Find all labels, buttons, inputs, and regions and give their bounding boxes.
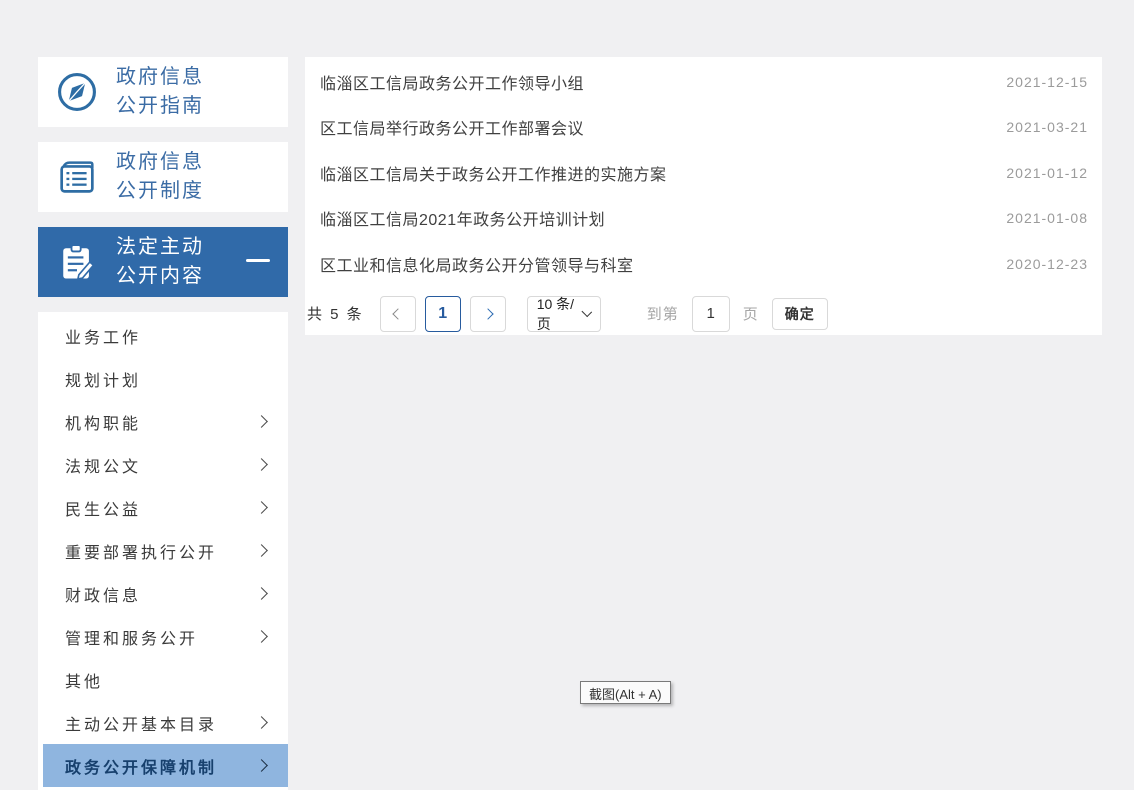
- card-label-line: 公开指南: [116, 92, 204, 121]
- card-label-line: 政府信息: [116, 63, 204, 92]
- page-size-select[interactable]: 10 条/页: [527, 296, 601, 332]
- list-item[interactable]: 临淄区工信局2021年政务公开培训计划 2021-01-08: [305, 196, 1102, 242]
- pagination: 共 5 条 1 10 条/页 到第 页 确定: [305, 296, 1102, 332]
- article-title[interactable]: 临淄区工信局政务公开工作领导小组: [320, 70, 584, 94]
- chevron-right-icon: [255, 501, 268, 514]
- goto-prefix-label: 到第: [647, 303, 679, 324]
- sidebar-item-planning[interactable]: 规划计划: [38, 357, 288, 400]
- menu-label: 业务工作: [65, 324, 141, 348]
- compass-icon: [38, 70, 116, 114]
- goto-suffix-label: 页: [743, 303, 759, 324]
- article-date: 2021-03-21: [1006, 119, 1088, 135]
- chevron-right-icon: [255, 415, 268, 428]
- card-label-line: 法定主动: [116, 233, 204, 262]
- article-list: 临淄区工信局政务公开工作领导小组 2021-12-15 区工信局举行政务公开工作…: [305, 57, 1102, 287]
- goto-page-group: 到第 页 确定: [647, 296, 828, 332]
- menu-label: 主动公开基本目录: [65, 711, 217, 735]
- menu-label: 财政信息: [65, 582, 141, 606]
- chevron-right-icon: [255, 458, 268, 471]
- chevron-right-icon: [482, 308, 493, 319]
- next-page-button[interactable]: [470, 296, 506, 332]
- content-panel: 临淄区工信局政务公开工作领导小组 2021-12-15 区工信局举行政务公开工作…: [305, 57, 1102, 335]
- prev-page-button[interactable]: [380, 296, 416, 332]
- sidebar-item-management-service[interactable]: 管理和服务公开: [38, 615, 288, 658]
- clipboard-pen-icon: [38, 240, 116, 284]
- sidebar-card-gov-info-guide[interactable]: 政府信息 公开指南: [38, 57, 288, 127]
- card-label-line: 政府信息: [116, 148, 204, 177]
- chevron-left-icon: [392, 308, 403, 319]
- sidebar-item-fiscal-info[interactable]: 财政信息: [38, 572, 288, 615]
- article-title[interactable]: 临淄区工信局关于政务公开工作推进的实施方案: [320, 161, 667, 185]
- list-item[interactable]: 区工业和信息化局政务公开分管领导与科室 2020-12-23: [305, 241, 1102, 287]
- chevron-right-icon: [255, 759, 268, 772]
- sidebar-item-key-deployment[interactable]: 重要部署执行公开: [38, 529, 288, 572]
- menu-label: 规划计划: [65, 367, 141, 391]
- sidebar-item-business-work[interactable]: 业务工作: [38, 314, 288, 357]
- chevron-right-icon: [255, 544, 268, 557]
- list-item[interactable]: 临淄区工信局关于政务公开工作推进的实施方案 2021-01-12: [305, 150, 1102, 196]
- chevron-right-icon: [255, 587, 268, 600]
- menu-label: 管理和服务公开: [65, 625, 198, 649]
- article-title[interactable]: 区工信局举行政务公开工作部署会议: [320, 115, 584, 139]
- notebook-icon: [38, 154, 116, 200]
- article-date: 2021-12-15: [1006, 74, 1088, 90]
- menu-label: 重要部署执行公开: [65, 539, 217, 563]
- sidebar-item-regulations[interactable]: 法规公文: [38, 443, 288, 486]
- chevron-right-icon: [255, 630, 268, 643]
- sidebar-menu: 业务工作 规划计划 机构职能 法规公文 民生公益 重要部署执行公开 财政信息 管…: [38, 312, 288, 790]
- article-date: 2021-01-08: [1006, 210, 1088, 226]
- article-title[interactable]: 临淄区工信局2021年政务公开培训计划: [320, 206, 605, 230]
- sidebar-item-livelihood[interactable]: 民生公益: [38, 486, 288, 529]
- sidebar-card-statutory-disclosure[interactable]: 法定主动 公开内容: [38, 227, 288, 297]
- sidebar: 政府信息 公开指南 政府信息 公开制度: [38, 57, 288, 790]
- article-title[interactable]: 区工业和信息化局政务公开分管领导与科室: [320, 252, 634, 276]
- page-number-button[interactable]: 1: [425, 296, 461, 332]
- total-count-label: 共 5 条: [307, 303, 364, 324]
- list-item[interactable]: 临淄区工信局政务公开工作领导小组 2021-12-15: [305, 59, 1102, 105]
- sidebar-item-org-functions[interactable]: 机构职能: [38, 400, 288, 443]
- menu-label: 其他: [65, 668, 103, 692]
- card-label-line: 公开内容: [116, 262, 204, 291]
- screenshot-tooltip: 截图(Alt + A): [580, 681, 671, 704]
- sidebar-item-disclosure-safeguard[interactable]: 政务公开保障机制: [43, 744, 288, 787]
- menu-label: 民生公益: [65, 496, 141, 520]
- card-label-line: 公开制度: [116, 177, 204, 206]
- menu-label: 政务公开保障机制: [65, 754, 217, 778]
- chevron-right-icon: [255, 716, 268, 729]
- collapse-minus-icon[interactable]: [246, 259, 270, 262]
- article-date: 2021-01-12: [1006, 165, 1088, 181]
- sidebar-card-gov-info-system[interactable]: 政府信息 公开制度: [38, 142, 288, 212]
- goto-page-input[interactable]: [692, 296, 730, 332]
- menu-label: 法规公文: [65, 453, 141, 477]
- menu-label: 机构职能: [65, 410, 141, 434]
- sidebar-item-other[interactable]: 其他: [38, 658, 288, 701]
- list-item[interactable]: 区工信局举行政务公开工作部署会议 2021-03-21: [305, 105, 1102, 151]
- page-size-label: 10 条/页: [537, 294, 584, 334]
- sidebar-item-proactive-catalog[interactable]: 主动公开基本目录: [38, 701, 288, 744]
- article-date: 2020-12-23: [1006, 256, 1088, 272]
- confirm-button[interactable]: 确定: [772, 298, 828, 330]
